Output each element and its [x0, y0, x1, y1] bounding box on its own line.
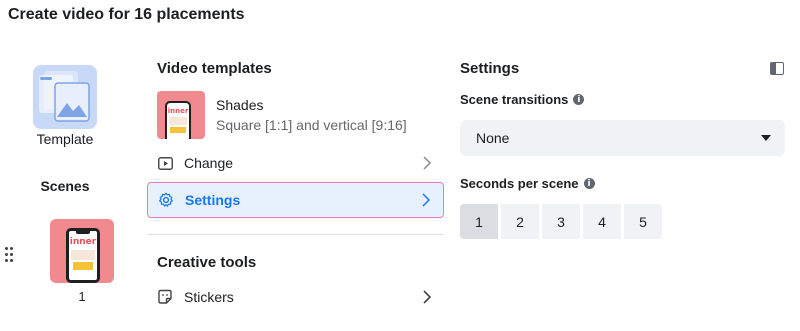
info-icon[interactable]: i: [583, 178, 595, 189]
section-divider: [147, 234, 443, 235]
seconds-option-1[interactable]: 1: [460, 204, 498, 239]
page-title: Create video for 16 placements: [8, 6, 245, 23]
change-label: Change: [184, 155, 234, 171]
panel-toggle-icon[interactable]: [770, 62, 784, 75]
settings-row[interactable]: Settings: [147, 182, 444, 218]
scene-transitions-select[interactable]: None: [460, 120, 785, 156]
change-template-row[interactable]: Change: [147, 145, 444, 181]
caret-down-icon: [761, 135, 771, 141]
settings-label: Settings: [185, 192, 241, 208]
drag-handle-icon[interactable]: [5, 247, 15, 267]
template-thumbnail: inner: [157, 91, 205, 139]
seconds-per-scene-label: Seconds per scene i: [460, 176, 595, 191]
play-icon: [157, 155, 173, 171]
seconds-segmented-control: 1 2 3 4 5: [460, 204, 662, 239]
stickers-row[interactable]: Stickers: [147, 279, 444, 315]
phone-mockup: inner: [165, 101, 191, 139]
scene-transitions-value: None: [476, 130, 510, 146]
seconds-option-5[interactable]: 5: [624, 204, 662, 239]
stickers-label: Stickers: [184, 289, 234, 305]
sticker-icon: [157, 289, 173, 305]
info-icon[interactable]: i: [573, 94, 585, 105]
settings-heading: Settings: [460, 60, 520, 77]
template-name: Shades: [216, 97, 264, 113]
chevron-right-icon: [423, 156, 432, 170]
creative-tools-heading: Creative tools: [157, 254, 257, 271]
video-templates-heading: Video templates: [157, 60, 272, 77]
chevron-right-icon: [423, 290, 432, 304]
template-icon: [39, 71, 90, 122]
template-label: Template: [36, 131, 94, 147]
scene-thumbnail[interactable]: inner: [50, 219, 114, 283]
scene-number: 1: [78, 289, 86, 304]
scenes-heading: Scenes: [40, 178, 90, 194]
phone-mockup: inner: [66, 228, 100, 283]
scene-transitions-label: Scene transitions i: [460, 92, 585, 107]
chevron-right-icon: [422, 193, 431, 207]
seconds-option-4[interactable]: 4: [583, 204, 621, 239]
gear-icon: [158, 192, 174, 208]
seconds-option-2[interactable]: 2: [501, 204, 539, 239]
template-button[interactable]: [33, 65, 97, 129]
thumb-text: inner: [167, 107, 189, 115]
seconds-option-3[interactable]: 3: [542, 204, 580, 239]
template-description: Square [1:1] and vertical [9:16]: [216, 117, 407, 133]
thumb-text: inner: [69, 237, 97, 247]
